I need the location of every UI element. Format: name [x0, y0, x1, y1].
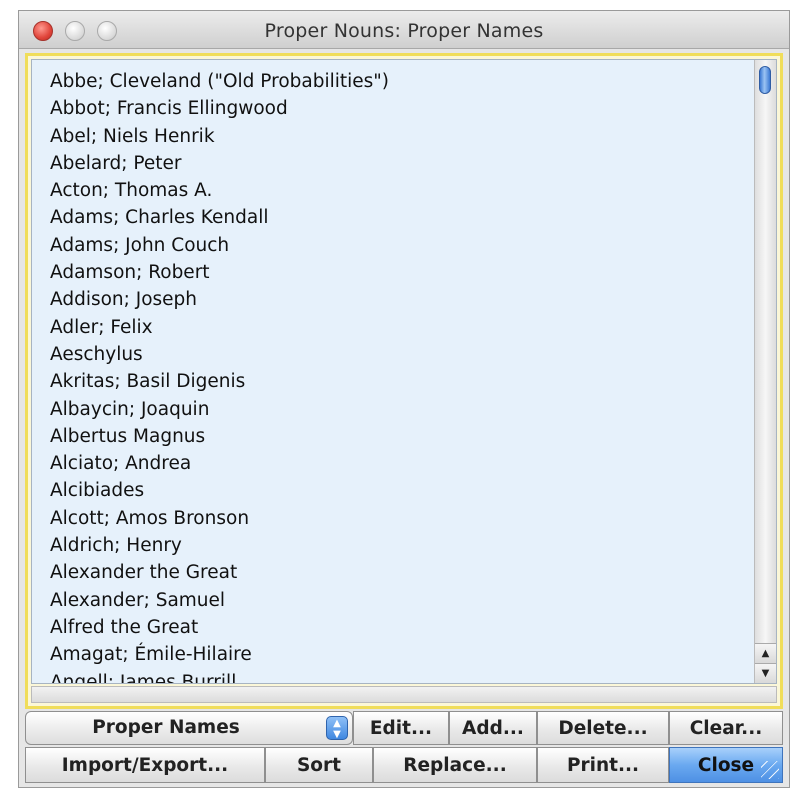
edit-button[interactable]: Edit...: [353, 711, 449, 745]
list-item[interactable]: Angell; James Burrill: [50, 669, 389, 683]
delete-button[interactable]: Delete...: [537, 711, 669, 745]
list-type-select-value: Proper Names: [92, 717, 240, 738]
list-item[interactable]: Abbe; Cleveland ("Old Probabilities"): [50, 68, 389, 95]
list-item[interactable]: Adams; Charles Kendall: [50, 204, 389, 231]
list-item[interactable]: Alfred the Great: [50, 614, 389, 641]
clear-button[interactable]: Clear...: [669, 711, 783, 745]
list-item[interactable]: Alcott; Amos Bronson: [50, 505, 389, 532]
scroll-up-arrow-icon[interactable]: ▲: [755, 643, 776, 663]
window-title: Proper Nouns: Proper Names: [264, 20, 544, 42]
list-item[interactable]: Abelard; Peter: [50, 150, 389, 177]
list-item[interactable]: Abbot; Francis Ellingwood: [50, 95, 389, 122]
scroll-down-arrow-icon[interactable]: ▼: [755, 663, 776, 683]
close-button-label: Close: [697, 754, 755, 776]
list-item[interactable]: Addison; Joseph: [50, 286, 389, 313]
list-item[interactable]: Albertus Magnus: [50, 423, 389, 450]
list-item[interactable]: Amagat; Émile-Hilaire: [50, 641, 389, 668]
horizontal-scrollbar[interactable]: [31, 686, 777, 703]
add-button[interactable]: Add...: [449, 711, 537, 745]
vertical-scrollbar[interactable]: ▲ ▼: [754, 60, 776, 683]
list-item[interactable]: Adler; Felix: [50, 314, 389, 341]
names-list-items: Abbe; Cleveland ("Old Probabilities") Abb…: [50, 68, 389, 683]
list-item[interactable]: Alcibiades: [50, 477, 389, 504]
resize-grip-icon[interactable]: [761, 761, 779, 779]
title-bar[interactable]: Proper Nouns: Proper Names: [19, 11, 789, 49]
list-item[interactable]: Adamson; Robert: [50, 259, 389, 286]
names-list-frame: Abbe; Cleveland ("Old Probabilities") Abb…: [25, 53, 783, 709]
list-item[interactable]: Alexander the Great: [50, 559, 389, 586]
list-item[interactable]: Akritas; Basil Digenis: [50, 368, 389, 395]
list-item[interactable]: Adams; John Couch: [50, 232, 389, 259]
list-item[interactable]: Alexander; Samuel: [50, 587, 389, 614]
print-button[interactable]: Print...: [537, 747, 669, 783]
import-export-button[interactable]: Import/Export...: [25, 747, 265, 783]
names-list[interactable]: Abbe; Cleveland ("Old Probabilities") Abb…: [31, 59, 777, 684]
list-item[interactable]: Aldrich; Henry: [50, 532, 389, 559]
list-item[interactable]: Abel; Niels Henrik: [50, 123, 389, 150]
list-item[interactable]: Acton; Thomas A.: [50, 177, 389, 204]
list-type-select[interactable]: Proper Names ▲ ▼: [25, 711, 353, 745]
list-item[interactable]: Albaycin; Joaquin: [50, 396, 389, 423]
proper-nouns-window: Proper Nouns: Proper Names Abbe; Clevela…: [18, 10, 790, 788]
list-item[interactable]: Aeschylus: [50, 341, 389, 368]
select-stepper-icon[interactable]: ▲ ▼: [326, 716, 348, 740]
scrollbar-thumb[interactable]: [759, 66, 771, 94]
sort-button[interactable]: Sort: [265, 747, 373, 783]
list-item[interactable]: Alciato; Andrea: [50, 450, 389, 477]
replace-button[interactable]: Replace...: [373, 747, 537, 783]
close-button[interactable]: Close: [669, 747, 783, 783]
